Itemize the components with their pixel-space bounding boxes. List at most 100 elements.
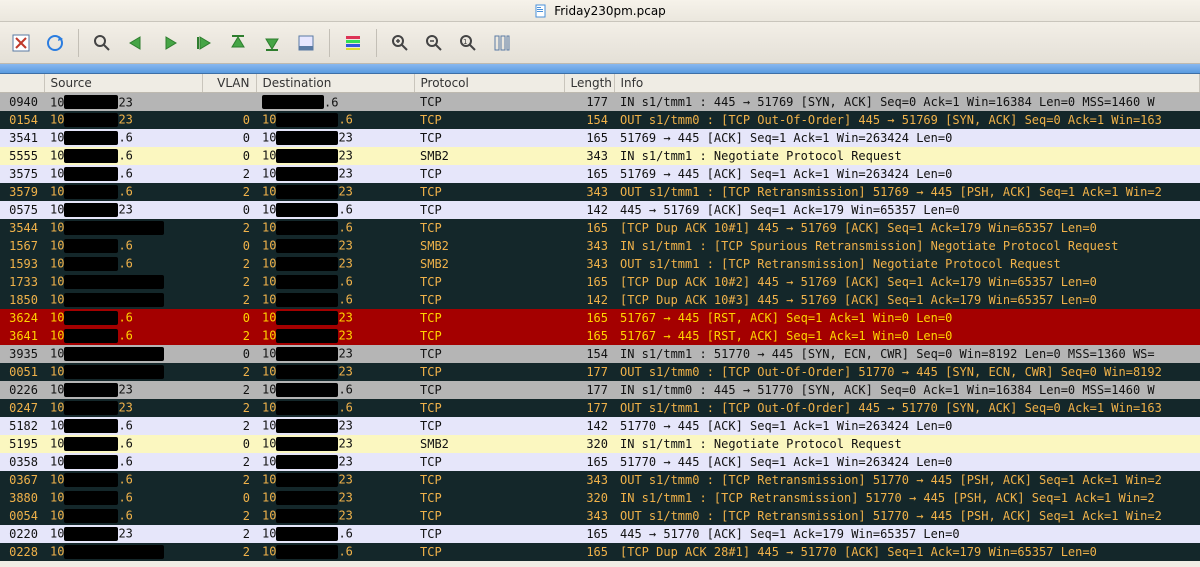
- resize-columns-button[interactable]: [487, 28, 517, 58]
- cell-protocol: TCP: [414, 219, 564, 237]
- cell-source: 10.6: [44, 327, 202, 345]
- packet-list-table[interactable]: Source VLAN Destination Protocol Length …: [0, 74, 1200, 561]
- column-header-row[interactable]: Source VLAN Destination Protocol Length …: [0, 74, 1200, 93]
- jump-to-packet-button[interactable]: [189, 28, 219, 58]
- cell-destination: 1023: [256, 507, 414, 525]
- packet-row[interactable]: 02261023210.6TCP177IN s1/tmm0 : 445 → 51…: [0, 381, 1200, 399]
- packet-row[interactable]: 388010.601023TCP320IN s1/tmm1 : [TCP Ret…: [0, 489, 1200, 507]
- packet-row[interactable]: 357910.621023TCP343OUT s1/tmm1 : [TCP Re…: [0, 183, 1200, 201]
- display-filter-bar[interactable]: [0, 64, 1200, 74]
- dst-prefix: 10: [262, 131, 276, 145]
- auto-scroll-button[interactable]: [291, 28, 321, 58]
- cell-info: [TCP Dup ACK 10#3] 445 → 51769 [ACK] Seq…: [614, 291, 1200, 309]
- zoom-out-button[interactable]: [419, 28, 449, 58]
- src-prefix: 10: [50, 491, 64, 505]
- src-suffix: 23: [118, 527, 132, 541]
- redaction-block: [64, 203, 118, 217]
- packet-row[interactable]: 173310210.6TCP165[TCP Dup ACK 10#2] 445 …: [0, 273, 1200, 291]
- cell-vlan: 2: [202, 327, 256, 345]
- cell-protocol: TCP: [414, 489, 564, 507]
- packet-row[interactable]: 354110.601023TCP16551769 → 445 [ACK] Seq…: [0, 129, 1200, 147]
- column-header-no[interactable]: [0, 74, 44, 93]
- cell-vlan: 2: [202, 183, 256, 201]
- cell-length: 165: [564, 543, 614, 561]
- redaction-block: [64, 509, 118, 523]
- cell-protocol: TCP: [414, 201, 564, 219]
- src-suffix: .6: [118, 131, 132, 145]
- dst-prefix: 10: [262, 365, 276, 379]
- reload-capture-button[interactable]: [40, 28, 70, 58]
- dst-suffix: 23: [338, 473, 352, 487]
- packet-row[interactable]: 05751023010.6TCP142445 → 51769 [ACK] Seq…: [0, 201, 1200, 219]
- packet-row[interactable]: 518210.621023TCP14251770 → 445 [ACK] Seq…: [0, 417, 1200, 435]
- packet-row[interactable]: 036710.621023TCP343OUT s1/tmm0 : [TCP Re…: [0, 471, 1200, 489]
- packet-row[interactable]: 39351001023TCP154IN s1/tmm1 : 51770 → 44…: [0, 345, 1200, 363]
- redaction-block: [64, 95, 118, 109]
- packet-row[interactable]: 185010210.6TCP142[TCP Dup ACK 10#3] 445 …: [0, 291, 1200, 309]
- go-back-button[interactable]: [121, 28, 151, 58]
- column-header-destination[interactable]: Destination: [256, 74, 414, 93]
- cell-vlan: 2: [202, 507, 256, 525]
- packet-row[interactable]: 354410210.6TCP165[TCP Dup ACK 10#1] 445 …: [0, 219, 1200, 237]
- go-to-first-button[interactable]: [223, 28, 253, 58]
- find-packet-button[interactable]: [87, 28, 117, 58]
- cell-destination: 1023: [256, 471, 414, 489]
- src-prefix: 10: [50, 347, 64, 361]
- packet-row[interactable]: 02201023210.6TCP165445 → 51770 [ACK] Seq…: [0, 525, 1200, 543]
- packet-row[interactable]: 00511021023TCP177OUT s1/tmm0 : [TCP Out-…: [0, 363, 1200, 381]
- redaction-block: [276, 311, 338, 325]
- close-capture-button[interactable]: [6, 28, 36, 58]
- column-header-source[interactable]: Source: [44, 74, 202, 93]
- cell-length: 343: [564, 147, 614, 165]
- packet-row[interactable]: 02471023210.6TCP177OUT s1/tmm1 : [TCP Ou…: [0, 399, 1200, 417]
- go-to-last-button[interactable]: [257, 28, 287, 58]
- cell-protocol: TCP: [414, 165, 564, 183]
- packet-row[interactable]: 159310.621023SMB2343OUT s1/tmm1 : [TCP R…: [0, 255, 1200, 273]
- redaction-block: [276, 491, 338, 505]
- src-prefix: 10: [50, 293, 64, 307]
- dst-suffix: .6: [324, 95, 338, 109]
- cell-destination: 10.6: [256, 525, 414, 543]
- redaction-block: [64, 131, 118, 145]
- src-suffix: .6: [118, 167, 132, 181]
- dst-suffix: 23: [338, 311, 352, 325]
- packet-row[interactable]: 357510.621023TCP16551769 → 445 [ACK] Seq…: [0, 165, 1200, 183]
- cell-info: 51767 → 445 [RST, ACK] Seq=1 Ack=1 Win=0…: [614, 327, 1200, 345]
- packet-row[interactable]: 022810210.6TCP165[TCP Dup ACK 28#1] 445 …: [0, 543, 1200, 561]
- packet-row[interactable]: 519510.601023SMB2320IN s1/tmm1 : Negotia…: [0, 435, 1200, 453]
- cell-protocol: TCP: [414, 273, 564, 291]
- cell-source: 10.6: [44, 453, 202, 471]
- svg-text:1: 1: [463, 38, 467, 46]
- zoom-in-button[interactable]: [385, 28, 415, 58]
- redaction-block: [276, 545, 338, 559]
- packet-row[interactable]: 555510.601023SMB2343IN s1/tmm1 : Negotia…: [0, 147, 1200, 165]
- packet-row[interactable]: 035810.621023TCP16551770 → 445 [ACK] Seq…: [0, 453, 1200, 471]
- column-header-length[interactable]: Length: [564, 74, 614, 93]
- dst-suffix: 23: [338, 437, 352, 451]
- cell-source: 10.6: [44, 417, 202, 435]
- cell-no: 1567: [0, 237, 44, 255]
- colorize-button[interactable]: [338, 28, 368, 58]
- packet-row[interactable]: 01541023010.6TCP154OUT s1/tmm0 : [TCP Ou…: [0, 111, 1200, 129]
- packet-row[interactable]: 364110.621023TCP16551767 → 445 [RST, ACK…: [0, 327, 1200, 345]
- column-header-vlan[interactable]: VLAN: [202, 74, 256, 93]
- packet-row[interactable]: 156710.601023SMB2343IN s1/tmm1 : [TCP Sp…: [0, 237, 1200, 255]
- column-header-info[interactable]: Info: [614, 74, 1200, 93]
- redaction-block: [64, 401, 118, 415]
- cell-length: 154: [564, 111, 614, 129]
- cell-no: 3935: [0, 345, 44, 363]
- dst-suffix: .6: [338, 113, 352, 127]
- cell-no: 5195: [0, 435, 44, 453]
- packet-row[interactable]: 005410.621023TCP343OUT s1/tmm0 : [TCP Re…: [0, 507, 1200, 525]
- column-header-protocol[interactable]: Protocol: [414, 74, 564, 93]
- redaction-block: [276, 275, 338, 289]
- packet-row[interactable]: 09401023.6TCP177IN s1/tmm1 : 445 → 51769…: [0, 93, 1200, 111]
- cell-info: OUT s1/tmm0 : [TCP Out-Of-Order] 51770 →…: [614, 363, 1200, 381]
- cell-info: [TCP Dup ACK 10#1] 445 → 51769 [ACK] Seq…: [614, 219, 1200, 237]
- redaction-block: [276, 365, 338, 379]
- cell-info: 51770 → 445 [ACK] Seq=1 Ack=1 Win=263424…: [614, 417, 1200, 435]
- packet-row[interactable]: 362410.601023TCP16551767 → 445 [RST, ACK…: [0, 309, 1200, 327]
- zoom-reset-button[interactable]: 1: [453, 28, 483, 58]
- redaction-block: [64, 113, 118, 127]
- go-forward-button[interactable]: [155, 28, 185, 58]
